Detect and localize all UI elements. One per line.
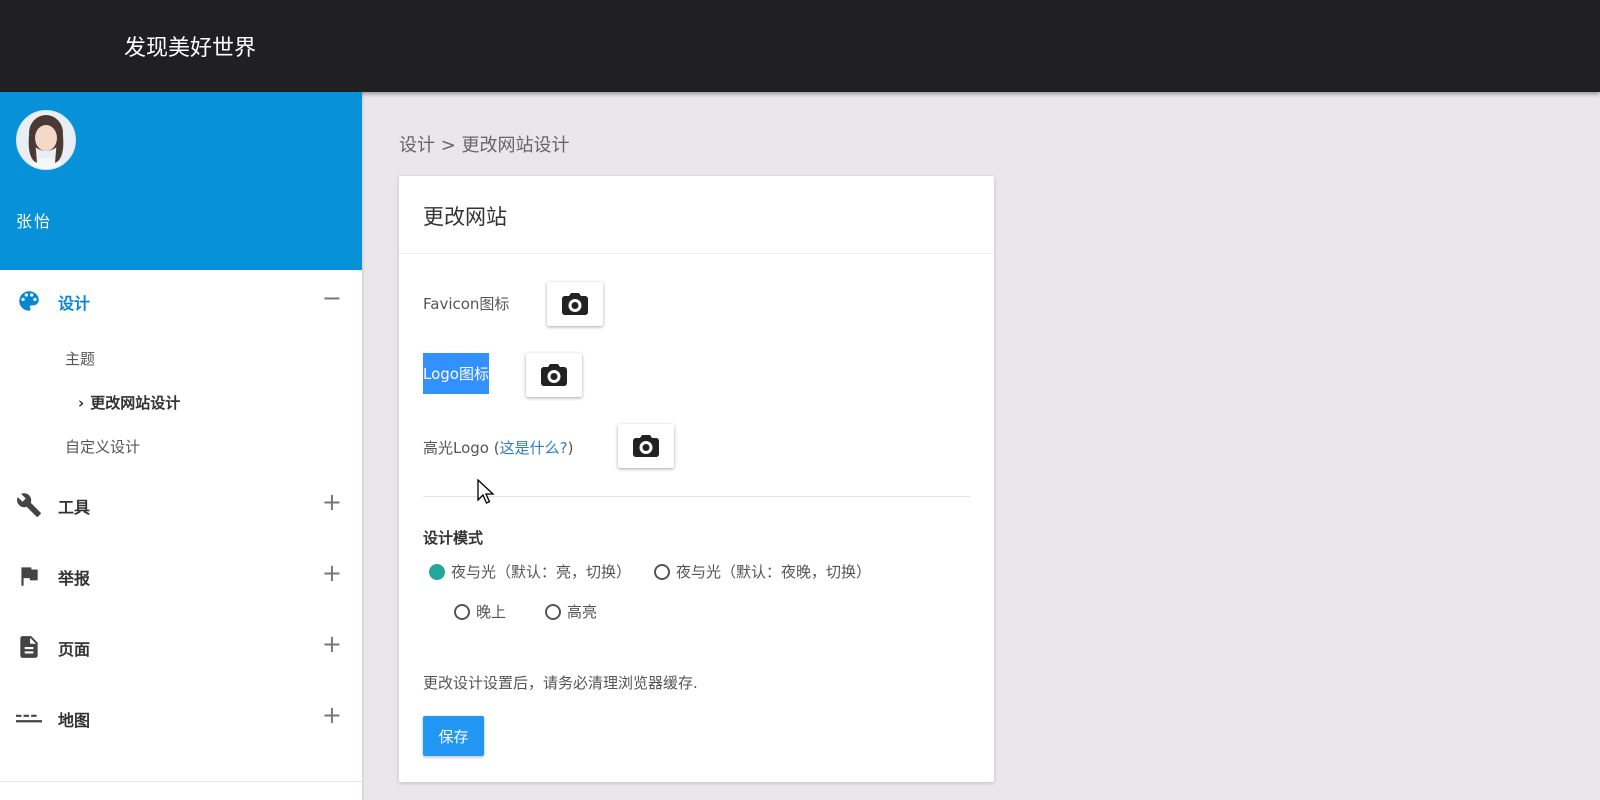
palette-icon: [16, 288, 42, 314]
expand-icon[interactable]: +: [322, 632, 342, 656]
sidebar-item-theme[interactable]: 主题: [65, 348, 95, 369]
profile-panel: 张怡: [0, 92, 362, 270]
favicon-upload-button[interactable]: [547, 282, 603, 326]
nav-item-map[interactable]: 地图 +: [0, 695, 362, 739]
breadcrumb: 设计 > 更改网站设计: [399, 135, 570, 156]
avatar[interactable]: [16, 110, 76, 170]
map-icon: [16, 705, 42, 731]
camera-icon: [541, 364, 567, 386]
sidebar-item-label: 更改网站设计: [90, 394, 181, 412]
site-title[interactable]: 发现美好世界: [124, 30, 256, 62]
radio-unchecked-icon: [454, 603, 470, 620]
radio-mode-night-default[interactable]: 夜与光（默认：夜晚，切换）: [654, 561, 871, 583]
highlight-logo-label: 高光Logo (这是什么?): [423, 437, 573, 458]
top-bar: 发现美好世界: [0, 0, 1600, 92]
radio-label: 晚上: [476, 603, 507, 621]
nav-label: 设计: [58, 294, 91, 313]
radio-checked-icon: [429, 563, 445, 580]
expand-icon[interactable]: +: [322, 703, 342, 727]
card-header-divider: [399, 253, 994, 254]
nav-label: 举报: [58, 569, 91, 588]
document-icon: [16, 634, 42, 660]
radio-mode-night[interactable]: 晚上: [454, 601, 506, 623]
sidebar-item-change-site-design[interactable]: › 更改网站设计: [78, 392, 180, 413]
nav-label: 地图: [58, 711, 91, 730]
sidebar-item-custom-design[interactable]: 自定义设计: [65, 436, 140, 457]
radio-mode-light-default[interactable]: 夜与光（默认：亮，切换）: [429, 561, 631, 583]
save-button[interactable]: 保存: [423, 716, 484, 756]
chevron-right-icon: ›: [78, 394, 85, 412]
user-name: 张怡: [16, 212, 53, 231]
radio-label: 夜与光（默认：亮，切换）: [451, 563, 632, 581]
radio-label: 高亮: [567, 603, 598, 621]
sidebar-divider: [0, 781, 362, 782]
expand-icon[interactable]: +: [322, 490, 342, 514]
nav-item-tools[interactable]: 工具 +: [0, 482, 362, 526]
collapse-icon[interactable]: −: [322, 286, 342, 310]
card-title: 更改网站: [423, 205, 507, 229]
logo-label: Logo图标: [423, 353, 489, 394]
flag-icon: [16, 563, 42, 589]
sidebar: 张怡 设计 − 主题 › 更改网站设计 自定义设计 工具 + 举报 + 页面 +: [0, 92, 362, 800]
mouse-cursor-icon: [477, 479, 495, 504]
expand-icon[interactable]: +: [322, 561, 342, 585]
nav-item-pages[interactable]: 页面 +: [0, 624, 362, 668]
radio-mode-bright[interactable]: 高亮: [545, 601, 597, 623]
radio-unchecked-icon: [654, 563, 670, 580]
radio-unchecked-icon: [545, 603, 561, 620]
section-divider: [423, 496, 970, 497]
logo-upload-button[interactable]: [526, 353, 582, 397]
favicon-label: Favicon图标: [423, 295, 510, 313]
camera-icon: [562, 293, 588, 315]
radio-label: 夜与光（默认：夜晚，切换）: [676, 563, 872, 581]
nav-item-design[interactable]: 设计 −: [0, 278, 362, 322]
design-mode-title: 设计模式: [423, 529, 484, 547]
help-link[interactable]: 这是什么?: [500, 439, 568, 457]
cache-note: 更改设计设置后，请务必清理浏览器缓存.: [423, 674, 698, 692]
highlight-logo-upload-button[interactable]: [618, 424, 674, 468]
nav-label: 页面: [58, 640, 91, 659]
camera-icon: [633, 435, 659, 457]
wrench-icon: [16, 492, 42, 518]
nav-label: 工具: [58, 498, 91, 517]
help-link-close: ): [567, 439, 574, 457]
highlight-logo-text: 高光Logo (: [423, 439, 500, 457]
nav-item-report[interactable]: 举报 +: [0, 553, 362, 597]
